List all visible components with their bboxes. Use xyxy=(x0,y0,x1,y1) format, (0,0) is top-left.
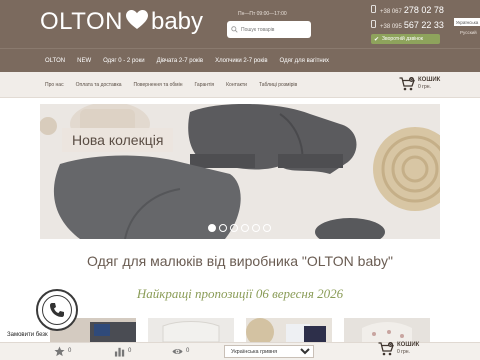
header: OLTON baby Пн—Пт 09:00—17:00 +38 067 278… xyxy=(0,0,480,48)
slider-dot-1[interactable] xyxy=(208,224,216,232)
slider-dot-6[interactable] xyxy=(263,224,271,232)
phone-2-number: 567 22 33 xyxy=(403,20,444,30)
subnav-warranty[interactable]: Гарантія xyxy=(195,82,215,88)
phone-2[interactable]: +38 095 567 22 33 xyxy=(371,20,444,30)
nav-item-olton[interactable]: OLTON xyxy=(45,58,65,64)
search-input[interactable] xyxy=(241,26,311,33)
phone-icon xyxy=(371,20,376,28)
eye-icon[interactable] xyxy=(172,346,183,357)
product-thumb[interactable] xyxy=(246,318,332,342)
subnav-contacts[interactable]: Контакти xyxy=(226,82,247,88)
star-icon[interactable] xyxy=(54,346,65,357)
callback-button[interactable]: ✔ Зворотній дзвінок xyxy=(371,34,440,44)
page-title: Одяг для малюків від виробника "OLTON ba… xyxy=(86,253,394,269)
phone-1[interactable]: +38 067 278 02 78 xyxy=(371,5,444,15)
slider-dots xyxy=(208,224,274,232)
product-thumb[interactable] xyxy=(344,318,430,342)
logo-text-olton: OLTON xyxy=(40,8,123,35)
main-nav: OLTON NEW Одяг 0 - 2 роки Дівчата 2-7 ро… xyxy=(0,48,480,72)
logo-text-baby: baby xyxy=(150,8,204,35)
cart-icon: 0 xyxy=(399,77,415,91)
slider-dot-3[interactable] xyxy=(230,224,238,232)
nav-item-girls[interactable]: Дівчата 2-7 років xyxy=(157,58,204,64)
slider-dot-2[interactable] xyxy=(219,224,227,232)
slider-dot-5[interactable] xyxy=(252,224,260,232)
work-hours: Пн—Пт 09:00—17:00 xyxy=(238,11,287,17)
heart-icon xyxy=(125,9,148,35)
search-box[interactable] xyxy=(227,21,311,38)
phone-1-number: 278 02 78 xyxy=(403,5,444,15)
callback-widget[interactable] xyxy=(36,289,78,331)
lang-russian[interactable]: Русский xyxy=(460,30,477,35)
lang-ukrainian[interactable]: Українська xyxy=(454,18,480,26)
search-icon[interactable] xyxy=(231,26,238,33)
cart-count: 0 xyxy=(411,78,413,82)
header-cart[interactable]: 0 КОШИК 0 грн. xyxy=(399,77,440,91)
banner-image xyxy=(40,104,440,239)
slider-dot-4[interactable] xyxy=(241,224,249,232)
bottom-cart-count: 0 xyxy=(390,343,392,347)
currency-select[interactable]: Українська гривня xyxy=(224,345,314,358)
subnav-returns[interactable]: Повернення та обмін xyxy=(134,82,183,88)
favorites-count: 0 xyxy=(68,348,72,354)
bottom-cart-total: 0 грн. xyxy=(397,349,410,355)
bar-chart-icon[interactable] xyxy=(114,346,125,357)
phone-2-code: +38 095 xyxy=(380,24,402,30)
nav-item-maternity[interactable]: Одяг для вагітних xyxy=(280,58,329,64)
bottom-cart[interactable]: 0 КОШИК 0 грн. xyxy=(378,342,419,356)
nav-item-boys[interactable]: Хлопчики 2-7 років xyxy=(215,58,267,64)
subnav-payment-delivery[interactable]: Оплата та доставка xyxy=(76,82,122,88)
viewed-count: 0 xyxy=(186,348,190,354)
cart-label: КОШИК xyxy=(418,77,441,83)
hero-banner[interactable]: Нова колекція xyxy=(40,104,440,239)
callback-label: Зворотній дзвінок xyxy=(382,36,423,42)
subnav-about[interactable]: Про нас xyxy=(45,82,64,88)
cart-total: 0 грн. xyxy=(418,84,431,90)
nav-item-new[interactable]: NEW xyxy=(77,58,91,64)
bottom-cart-label: КОШИК xyxy=(397,342,420,348)
logo[interactable]: OLTON baby xyxy=(40,8,203,36)
compare-count: 0 xyxy=(128,348,132,354)
product-thumb[interactable] xyxy=(148,318,234,342)
phone-1-code: +38 067 xyxy=(380,9,402,15)
check-icon: ✔ xyxy=(374,36,380,43)
subnav-size-tables[interactable]: Таблиці розмірів xyxy=(259,82,297,88)
phone-icon xyxy=(371,5,376,13)
banner-label: Нова колекція xyxy=(62,128,174,152)
telephone-icon xyxy=(50,303,64,317)
callback-hint: Замовити безк xyxy=(5,331,50,339)
nav-item-clothes-0-2[interactable]: Одяг 0 - 2 роки xyxy=(103,58,144,64)
cart-icon: 0 xyxy=(378,342,394,356)
